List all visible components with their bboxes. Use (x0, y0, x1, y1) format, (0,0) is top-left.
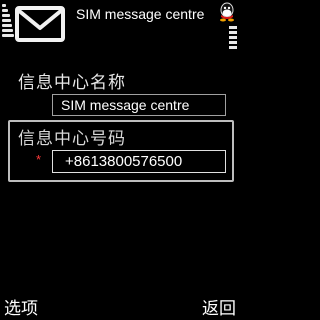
battery-icon (228, 26, 238, 56)
back-softkey[interactable]: 返回 (202, 294, 236, 319)
screen: SIM message centre 信息中心名称 SIM message ce… (0, 0, 240, 320)
title-bar: SIM message centre (0, 0, 240, 52)
qq-icon (220, 2, 234, 22)
message-centre-number-label: 信息中心号码 (18, 129, 126, 149)
envelope-icon (15, 6, 65, 42)
options-softkey[interactable]: 选项 (4, 294, 38, 319)
message-centre-name-label: 信息中心名称 (18, 73, 126, 93)
message-centre-number-field[interactable]: +8613800576500 (52, 150, 226, 173)
page-title: SIM message centre (76, 6, 205, 22)
message-centre-name-field[interactable]: SIM message centre (52, 94, 226, 116)
required-mark: * (36, 152, 42, 167)
